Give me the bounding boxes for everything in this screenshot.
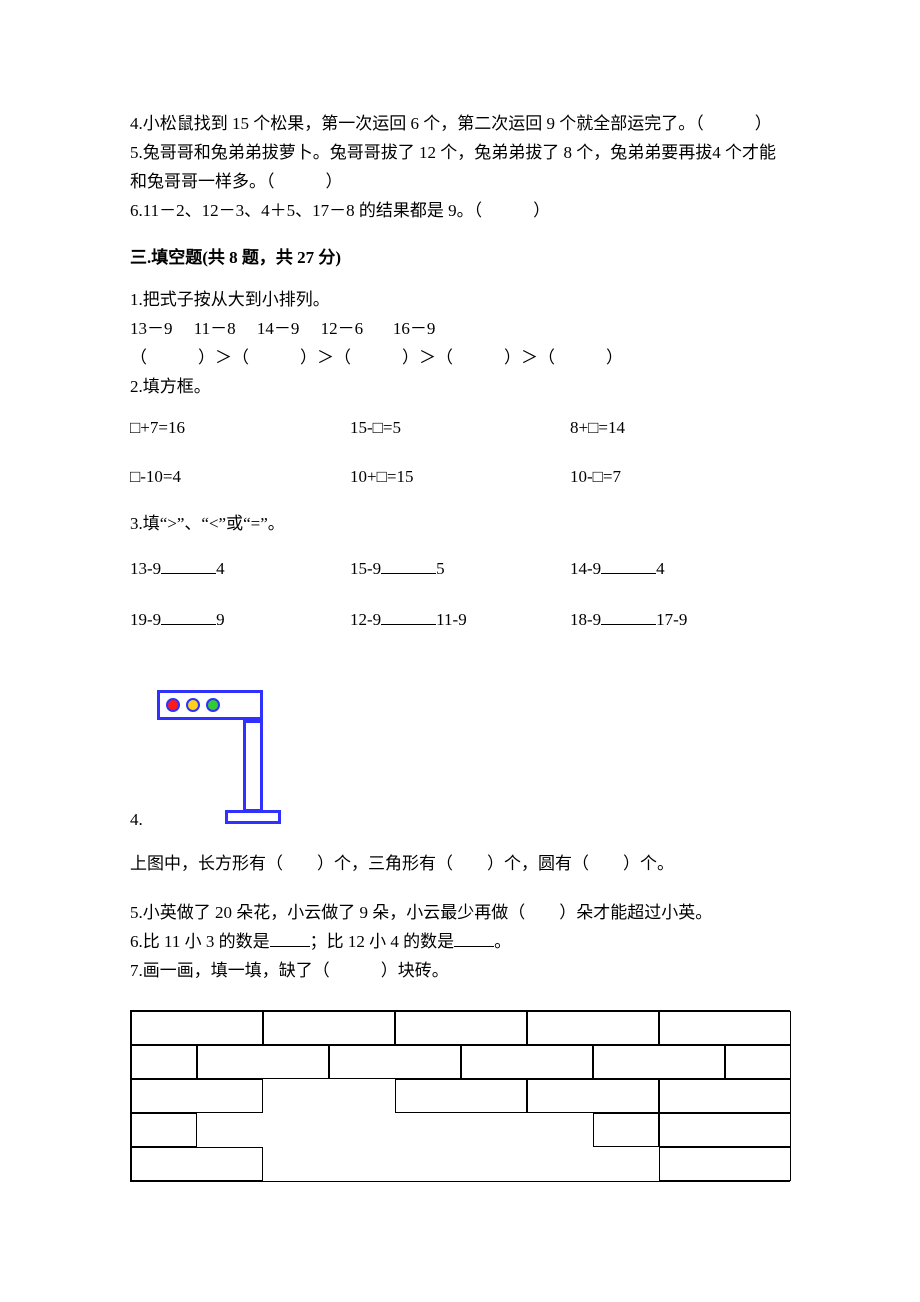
- blank[interactable]: [601, 607, 656, 625]
- brick: [527, 1079, 659, 1113]
- s3-q3-row1: 13-9 4 15-9 5 14-9 4: [130, 555, 790, 584]
- brick-row-5: [131, 1147, 789, 1181]
- brick: [461, 1045, 593, 1079]
- brick: [725, 1045, 791, 1079]
- tf-q5: 5.兔哥哥和兔弟弟拔萝卜。兔哥哥拔了 12 个，兔弟弟拔了 8 个，兔弟弟要再拔…: [130, 139, 790, 197]
- brick: [527, 1011, 659, 1045]
- blank[interactable]: [161, 607, 216, 625]
- yellow-light-icon: [186, 698, 200, 712]
- eq: 15-□=5: [350, 414, 570, 443]
- lhs: 14-9: [570, 559, 601, 578]
- eq: □-10=4: [130, 463, 350, 492]
- brick: [593, 1113, 659, 1147]
- s3-q2-row2: □-10=4 10+□=15 10-□=7: [130, 463, 790, 492]
- rhs: 4: [656, 559, 665, 578]
- rectangle-light-box: [157, 690, 263, 720]
- cmp: 14-9 4: [570, 555, 790, 584]
- brick: [131, 1147, 263, 1181]
- green-light-icon: [206, 698, 220, 712]
- brick: [131, 1011, 263, 1045]
- lhs: 13-9: [130, 559, 161, 578]
- brick: [131, 1113, 197, 1147]
- page: 4.小松鼠找到 15 个松果，第一次运回 6 个，第二次运回 9 个就全部运完了…: [0, 0, 920, 1302]
- rhs: 9: [216, 610, 225, 629]
- s3-q7: 7.画一画，填一填，缺了（ ）块砖。: [130, 957, 790, 986]
- brick-row-1: [131, 1011, 789, 1045]
- blank[interactable]: [381, 556, 436, 574]
- s3-q2-row1: □+7=16 15-□=5 8+□=14: [130, 414, 790, 443]
- brick-row-3: [131, 1079, 789, 1113]
- expr: 11－8: [194, 319, 236, 338]
- cmp: 13-9 4: [130, 555, 350, 584]
- blank[interactable]: [270, 929, 310, 947]
- traffic-light-figure: [147, 660, 277, 830]
- s3-q3-stem: 3.填“>”、“<”或“=”。: [130, 510, 790, 539]
- rhs: 4: [216, 559, 225, 578]
- brick-row-2: [131, 1045, 789, 1079]
- lhs: 15-9: [350, 559, 381, 578]
- brick: [659, 1011, 791, 1045]
- brick: [329, 1045, 461, 1079]
- brick: [395, 1079, 527, 1113]
- brick: [131, 1045, 197, 1079]
- missing-brick: [197, 1113, 593, 1147]
- missing-brick: [263, 1079, 395, 1113]
- expr: 14－9: [257, 319, 300, 338]
- expr: 13－9: [130, 319, 173, 338]
- brick: [263, 1011, 395, 1045]
- rectangle-base: [225, 810, 281, 824]
- rhs: 5: [436, 559, 445, 578]
- eq: 8+□=14: [570, 414, 790, 443]
- brick: [593, 1045, 725, 1079]
- text: 6.比 11 小 3 的数是: [130, 932, 270, 951]
- s3-q1-stem: 1.把式子按从大到小排列。: [130, 286, 790, 315]
- rhs: 11-9: [436, 610, 467, 629]
- expr: 16－9: [393, 319, 436, 338]
- lhs: 19-9: [130, 610, 161, 629]
- section-3-heading: 三.填空题(共 8 题，共 27 分): [130, 244, 790, 273]
- text: ；比 12 小 4 的数是: [310, 932, 455, 951]
- tf-q4: 4.小松鼠找到 15 个松果，第一次运回 6 个，第二次运回 9 个就全部运完了…: [130, 110, 790, 139]
- cmp: 12-9 11-9: [350, 606, 570, 635]
- brick: [131, 1079, 263, 1113]
- missing-brick: [263, 1147, 659, 1181]
- brick: [659, 1147, 791, 1181]
- blank[interactable]: [454, 929, 494, 947]
- blank[interactable]: [161, 556, 216, 574]
- s3-q2-stem: 2.填方框。: [130, 373, 790, 402]
- lhs: 12-9: [350, 610, 381, 629]
- cmp: 15-9 5: [350, 555, 570, 584]
- s3-q4-text: 上图中，长方形有（ ）个，三角形有（ ）个，圆有（ ）个。: [130, 850, 790, 879]
- brick: [197, 1045, 329, 1079]
- lhs: 18-9: [570, 610, 601, 629]
- q4-num: 4.: [130, 806, 143, 835]
- eq: 10+□=15: [350, 463, 570, 492]
- brick-row-4: [131, 1113, 789, 1147]
- text: 。: [494, 932, 511, 951]
- rhs: 17-9: [656, 610, 687, 629]
- cmp: 18-9 17-9: [570, 606, 790, 635]
- brick: [659, 1079, 791, 1113]
- s3-q1-compare: （ ）＞（ ）＞（ ）＞（ ）＞（ ）: [130, 344, 790, 373]
- eq: 10-□=7: [570, 463, 790, 492]
- cmp: 19-9 9: [130, 606, 350, 635]
- brick-wall-figure: [130, 1010, 790, 1182]
- brick: [395, 1011, 527, 1045]
- rectangle-pole: [243, 720, 263, 812]
- s3-q4: 4.: [130, 654, 790, 834]
- expr: 12－6: [321, 319, 364, 338]
- s3-q3-row2: 19-9 9 12-9 11-9 18-9 17-9: [130, 606, 790, 635]
- s3-q1-exprs: 13－9 11－8 14－9 12－6 16－9: [130, 315, 790, 344]
- tf-q6: 6.11－2、12－3、4＋5、17－8 的结果都是 9。（ ）: [130, 197, 790, 226]
- s3-q5: 5.小英做了 20 朵花，小云做了 9 朵，小云最少再做（ ）朵才能超过小英。: [130, 899, 790, 928]
- brick: [659, 1113, 791, 1147]
- red-light-icon: [166, 698, 180, 712]
- blank[interactable]: [601, 556, 656, 574]
- eq: □+7=16: [130, 414, 350, 443]
- s3-q6: 6.比 11 小 3 的数是 ；比 12 小 4 的数是 。: [130, 928, 790, 957]
- blank[interactable]: [381, 607, 436, 625]
